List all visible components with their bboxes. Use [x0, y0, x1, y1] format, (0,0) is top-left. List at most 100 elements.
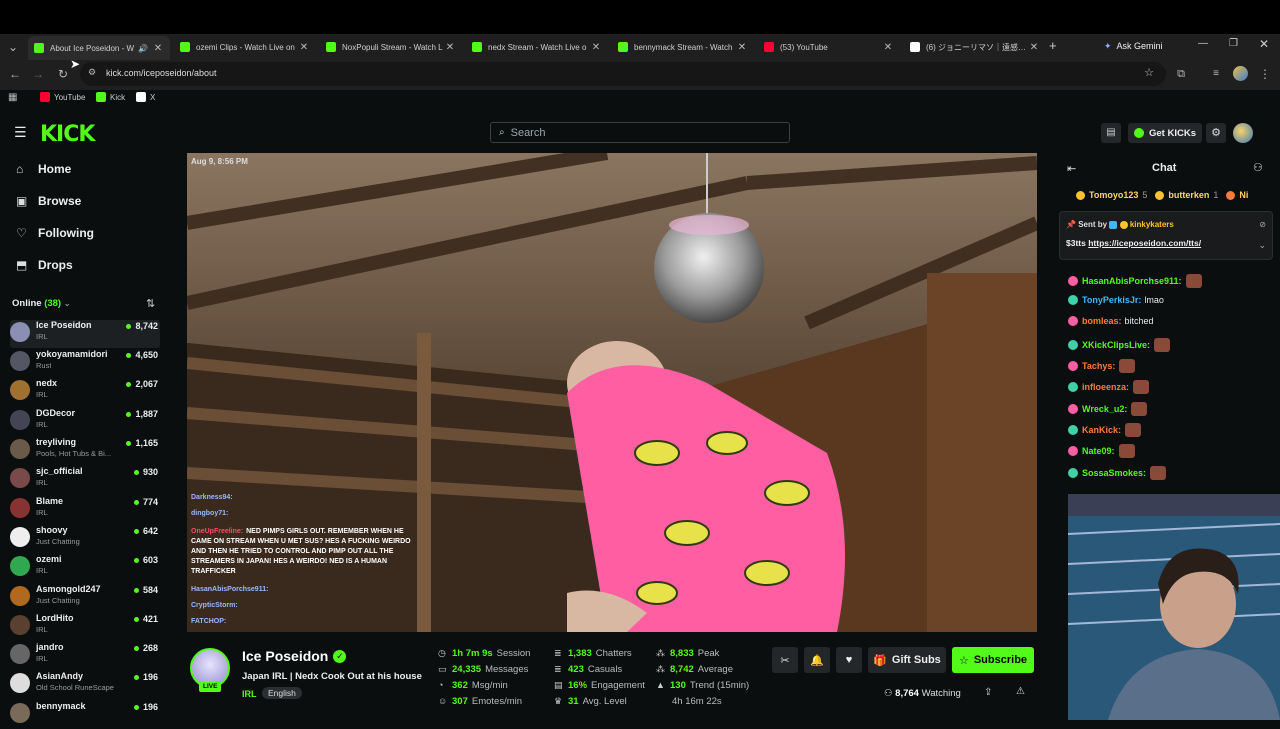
url-text[interactable]: kick.com/iceposeidon/about: [106, 68, 217, 78]
notifications-bell-icon[interactable]: 🔔: [804, 647, 830, 673]
sidebar-channel[interactable]: Blame IRL 774: [10, 496, 160, 524]
sidebar-channel[interactable]: yokoyamamidori Rust 4,650: [10, 349, 160, 377]
bookmark-item[interactable]: Kick: [96, 92, 125, 102]
chat-username[interactable]: KanKick:: [1082, 425, 1121, 435]
top-gifter[interactable]: butterken 1: [1155, 190, 1218, 201]
get-kicks-button[interactable]: Get KICKs: [1128, 123, 1202, 143]
language-tag[interactable]: English: [262, 687, 302, 699]
tab-close-icon[interactable]: ✕: [882, 42, 894, 53]
tab-close-icon[interactable]: ✕: [152, 43, 164, 54]
browser-tab[interactable]: About Ice Poseidon - W 🔊 ✕: [28, 36, 170, 60]
apps-icon[interactable]: ▦: [8, 92, 17, 103]
extensions-icon[interactable]: ⧉: [1173, 66, 1189, 82]
sidebar-channel[interactable]: sjc_official IRL 930: [10, 466, 160, 494]
chat-message[interactable]: bomleas: bitched: [1068, 316, 1154, 326]
tab-audio-icon[interactable]: 🔊: [138, 44, 148, 53]
chat-message[interactable]: Tachys:: [1068, 359, 1136, 373]
browser-menu-icon[interactable]: ⋮: [1257, 66, 1273, 82]
bookmark-item[interactable]: YouTube: [40, 92, 85, 102]
subscribe-button[interactable]: ☆ Subscribe: [952, 647, 1034, 673]
sidebar-channel[interactable]: DGDecor IRL 1,887: [10, 408, 160, 436]
chat-users-icon[interactable]: ⚇: [1253, 161, 1263, 174]
chat-message[interactable]: SossaSmokes:: [1068, 466, 1167, 480]
chat-username[interactable]: bomleas:: [1082, 316, 1122, 326]
chat-username[interactable]: Tachys:: [1082, 361, 1115, 371]
browser-tab[interactable]: NoxPopuli Stream - Watch L ✕: [320, 36, 462, 58]
hamburger-menu-icon[interactable]: ☰: [14, 124, 27, 141]
sidebar-channel[interactable]: ozemi IRL 603: [10, 554, 160, 582]
chat-message[interactable]: TonyPerkisJr: lmao: [1068, 295, 1164, 305]
sidebar-channel[interactable]: nedx IRL 2,067: [10, 378, 160, 406]
sidebar-channel[interactable]: Ice Poseidon IRL 8,742: [10, 320, 160, 348]
chat-username[interactable]: Wreck_u2:: [1082, 404, 1127, 414]
chevron-down-icon[interactable]: ⌄: [64, 299, 71, 308]
new-tab-button[interactable]: +: [1049, 38, 1057, 53]
chat-message[interactable]: Wreck_u2:: [1068, 402, 1148, 416]
streamer-name[interactable]: Ice Poseidon ✓: [242, 648, 347, 664]
sidebar-nav-browse[interactable]: ▣ Browse: [16, 194, 81, 208]
sidebar-channel[interactable]: shoovy Just Chatting 642: [10, 525, 160, 553]
tab-close-icon[interactable]: ✕: [444, 42, 456, 53]
maximize-button[interactable]: ❐: [1229, 38, 1238, 49]
tab-close-icon[interactable]: ✕: [736, 42, 748, 53]
unpin-icon[interactable]: ⊘: [1259, 220, 1266, 229]
ask-gemini-button[interactable]: ✦ Ask Gemini: [1104, 38, 1163, 54]
chat-username[interactable]: Nate09:: [1082, 446, 1115, 456]
tab-close-icon[interactable]: ✕: [1028, 42, 1040, 53]
tab-list-button[interactable]: ⌄: [5, 39, 21, 55]
chat-message[interactable]: infloeenza:: [1068, 380, 1150, 394]
minimize-button[interactable]: —: [1198, 38, 1208, 49]
sidebar-channel[interactable]: Asmongold247 Just Chatting 584: [10, 584, 160, 612]
sidebar-channel[interactable]: treyliving Pools, Hot Tubs & Bi... 1,165: [10, 437, 160, 465]
browser-tab[interactable]: nedx Stream - Watch Live o ✕: [466, 36, 608, 58]
user-avatar[interactable]: [1233, 123, 1253, 143]
chat-username[interactable]: infloeenza:: [1082, 382, 1129, 392]
report-icon[interactable]: ⚠: [1016, 686, 1025, 697]
search-input[interactable]: ⌕ Search: [490, 122, 790, 143]
collapse-chat-icon[interactable]: ⇤: [1067, 162, 1076, 175]
tab-close-icon[interactable]: ✕: [298, 42, 310, 53]
video-player[interactable]: Aug 9, 8:56 PM Darkness94: dingboy71: OneU…: [187, 153, 1037, 632]
sidebar-channel[interactable]: jandro IRL 268: [10, 642, 160, 670]
close-window-button[interactable]: ✕: [1259, 37, 1269, 51]
sidebar-nav-following[interactable]: ♡ Following: [16, 226, 94, 240]
back-button[interactable]: ←: [7, 66, 23, 82]
browser-tab[interactable]: bennymack Stream - Watch ✕: [612, 36, 754, 58]
follow-heart-button[interactable]: ♥: [836, 647, 862, 673]
sidebar-nav-home[interactable]: ⌂ Home: [16, 162, 71, 176]
chat-message[interactable]: XKickClipsLive:: [1068, 338, 1171, 352]
chat-username[interactable]: XKickClipsLive:: [1082, 340, 1150, 350]
top-gifter[interactable]: Tomoyo123 5: [1076, 190, 1147, 201]
bookmark-star-icon[interactable]: ☆: [1144, 66, 1154, 79]
layout-toggle-icon[interactable]: ▤: [1101, 123, 1121, 143]
top-gifter[interactable]: Ni: [1226, 190, 1252, 201]
browser-tab[interactable]: (6) ジョニーリマソ｜遠感外国 ✕: [904, 36, 1046, 58]
chat-username[interactable]: SossaSmokes:: [1082, 468, 1146, 478]
sidebar-channel[interactable]: bennymack 196: [10, 701, 160, 729]
sidebar-channel[interactable]: LordHito IRL 421: [10, 613, 160, 641]
site-info-icon[interactable]: ⚙: [88, 67, 96, 78]
media-controls-icon[interactable]: ≡: [1208, 66, 1224, 82]
gift-subs-button[interactable]: 🎁 Gift Subs: [868, 647, 946, 673]
sidebar-channel[interactable]: AsianAndy Old School RuneScape 196: [10, 671, 160, 699]
settings-gear-icon[interactable]: ⚙: [1206, 123, 1226, 143]
share-icon[interactable]: ⇪: [984, 687, 992, 698]
chat-message[interactable]: KanKick:: [1068, 423, 1142, 437]
sort-icon[interactable]: ⇅: [146, 297, 155, 310]
address-bar[interactable]: ⚙ kick.com/iceposeidon/about ☆: [80, 62, 1166, 86]
profile-avatar[interactable]: [1233, 66, 1248, 81]
kick-logo[interactable]: KICK: [40, 122, 95, 147]
stream-category[interactable]: IRL: [242, 689, 257, 699]
chat-message[interactable]: Nate09:: [1068, 444, 1135, 458]
forward-button[interactable]: →: [30, 66, 46, 82]
chat-username[interactable]: HasanAbisPorchse911:: [1082, 276, 1182, 286]
reload-button[interactable]: ↻: [55, 66, 71, 82]
tab-close-icon[interactable]: ✕: [590, 42, 602, 53]
pinned-message[interactable]: 📌 Sent by kinkykaters $3tts https://icep…: [1059, 211, 1273, 260]
browser-tab[interactable]: ozemi Clips - Watch Live on ✕: [174, 36, 316, 58]
chat-username[interactable]: TonyPerkisJr:: [1082, 295, 1141, 305]
sidebar-nav-drops[interactable]: ⬒ Drops: [16, 258, 73, 272]
bookmark-item[interactable]: X: [136, 92, 155, 102]
expand-chevron-icon[interactable]: ⌄: [1258, 240, 1266, 251]
browser-tab[interactable]: (53) YouTube ✕: [758, 36, 900, 58]
